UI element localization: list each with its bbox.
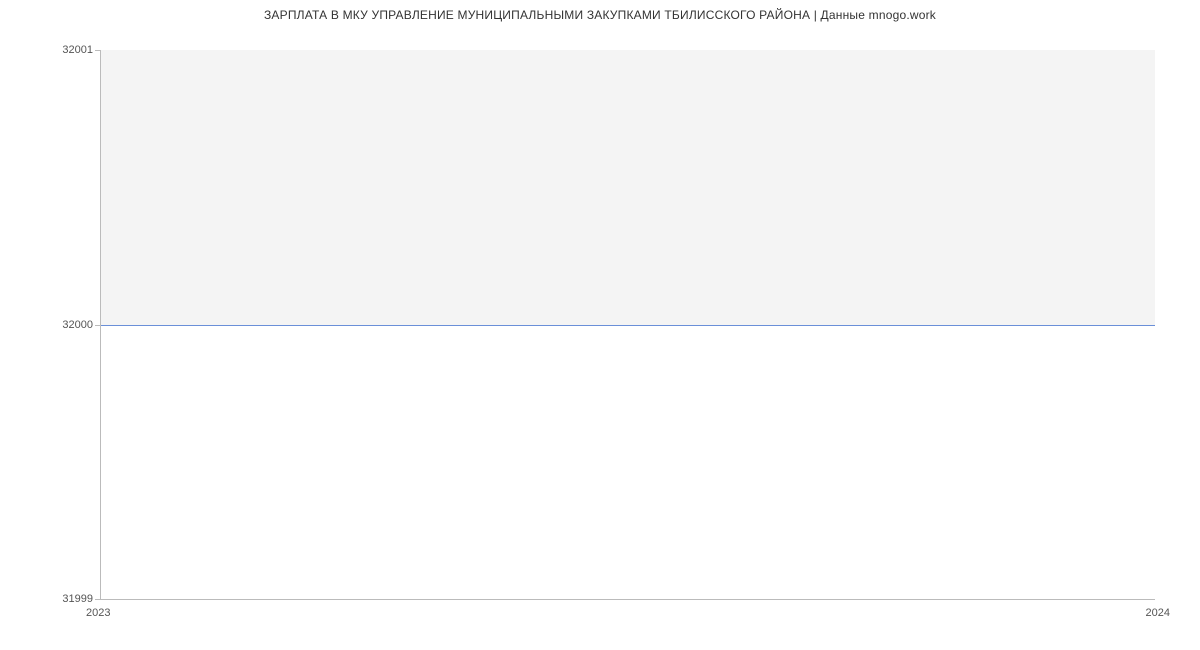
y-tick: [95, 325, 101, 326]
y-tick-label: 31999: [62, 593, 93, 605]
x-tick-label: 2024: [1146, 607, 1170, 619]
alt-band: [101, 50, 1155, 325]
y-tick: [95, 599, 101, 600]
series-line-salary: [101, 325, 1155, 326]
y-tick-label: 32000: [62, 319, 93, 331]
x-tick-label: 2023: [86, 607, 110, 619]
plot-area: 32001 32000 31999 2023 2024: [100, 50, 1155, 600]
y-tick-label: 32001: [62, 44, 93, 56]
chart-title: ЗАРПЛАТА В МКУ УПРАВЛЕНИЕ МУНИЦИПАЛЬНЫМИ…: [0, 8, 1200, 22]
y-tick: [95, 50, 101, 51]
